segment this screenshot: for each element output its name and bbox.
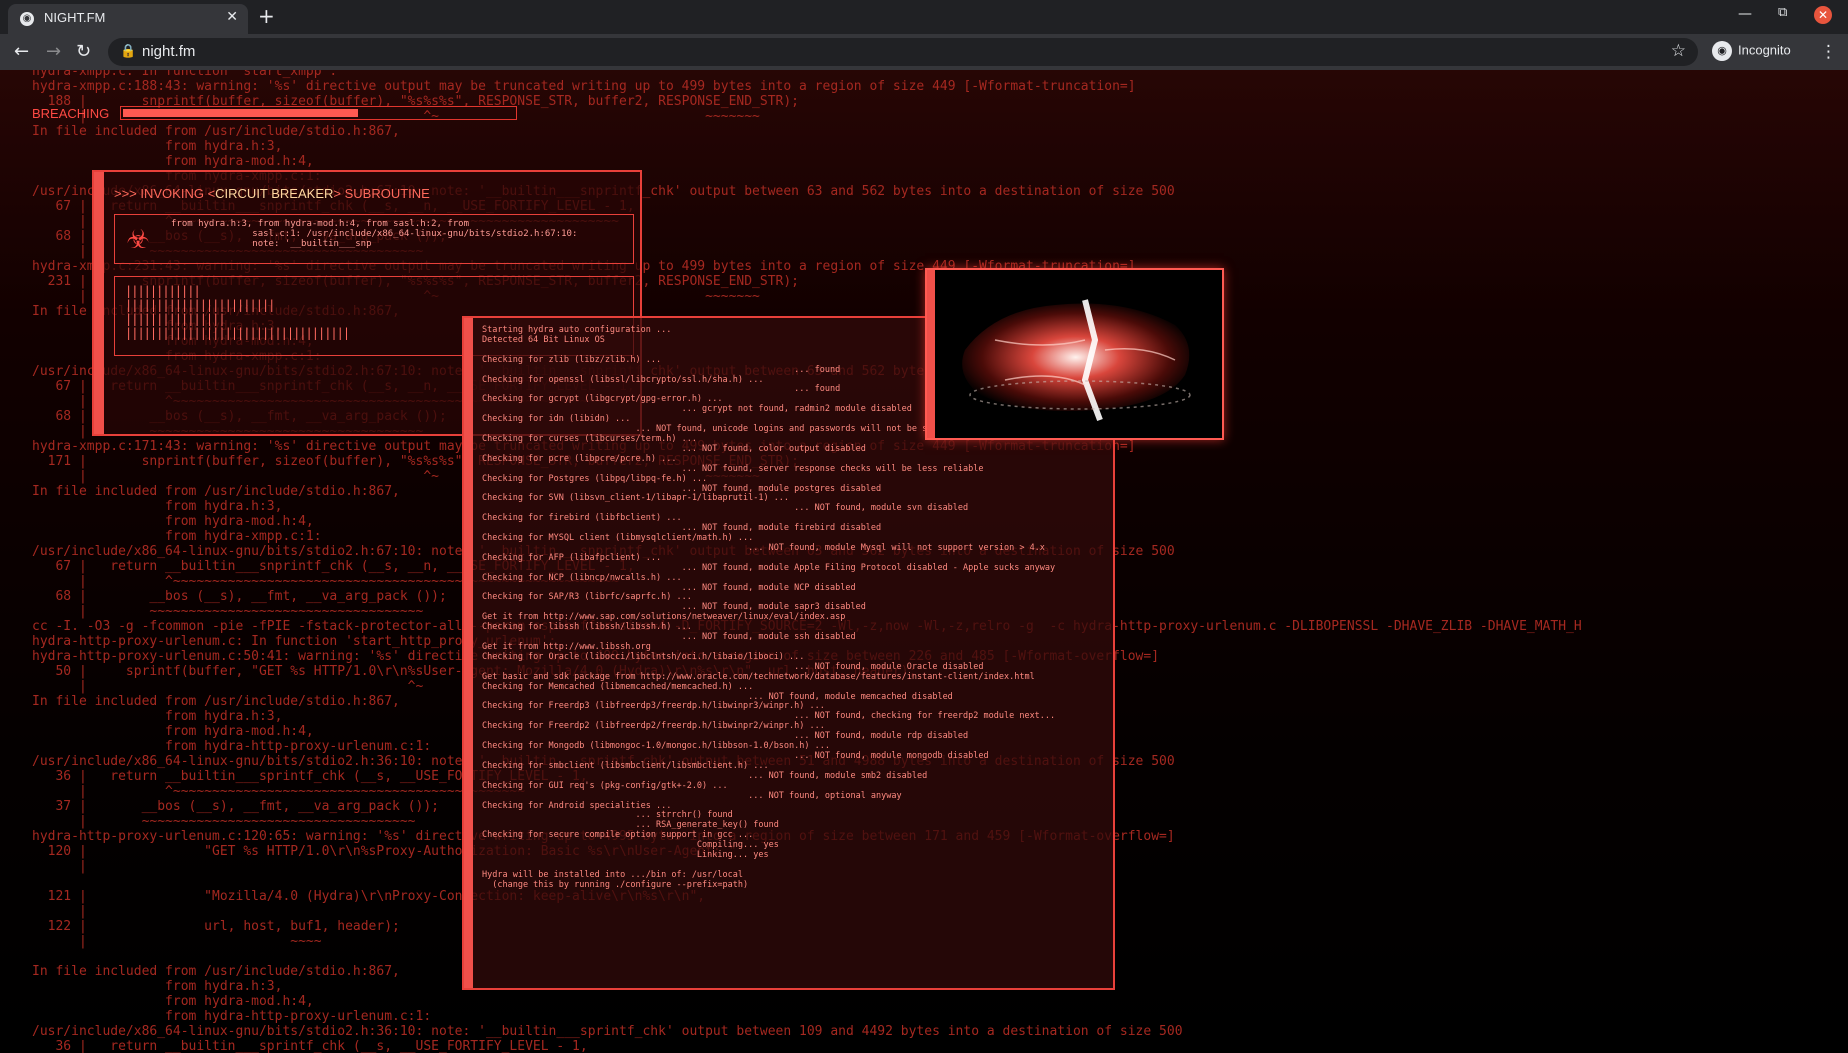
tab-strip: ◉ NIGHT.FM ✕ + — ⧉ ✕ (0, 0, 1848, 34)
circuit-breaker-title: >>> INVOKING <CIRCUIT BREAKER> SUBROUTIN… (114, 186, 430, 201)
panel-accent-edge (927, 270, 935, 438)
lock-icon[interactable]: 🔒 (120, 44, 136, 59)
cb-bar-row: |||||||||||||||||||||||| (125, 298, 275, 312)
maximize-icon[interactable]: ⧉ (1778, 5, 1787, 20)
menu-icon[interactable]: ⋮ (1820, 42, 1837, 62)
star-icon[interactable]: ☆ (1671, 41, 1686, 61)
image-panel (925, 268, 1224, 440)
breaching-progress-fill (123, 109, 358, 117)
close-icon[interactable]: ✕ (226, 9, 238, 25)
cb-bar-row: |||||||||||| (125, 284, 201, 298)
biohazard-icon: ☣ (126, 225, 150, 255)
close-window-icon[interactable]: ✕ (1814, 6, 1832, 24)
circuit-breaker-info-box: ☣ from hydra.h:3, from hydra-mod.h:4, fr… (114, 214, 634, 264)
cb-bar-row: |||||||||||||||| (125, 312, 226, 326)
cb-title-highlight: CIRCUIT BREAKER (215, 186, 334, 201)
url-text[interactable]: night.fm (142, 43, 195, 60)
cb-bar-row: |||||||||||||||||||||||||||||||||||| (125, 326, 350, 340)
cb-title-suffix: > SUBROUTINE (333, 186, 430, 201)
panel-accent-edge (94, 172, 104, 434)
breaching-progress-bar (120, 106, 517, 120)
circuit-breaker-info-text: from hydra.h:3, from hydra-mod.h:4, from… (171, 219, 578, 249)
globe-icon: ◉ (20, 12, 34, 26)
breaching-label: BREACHING (32, 106, 110, 121)
browser-tab[interactable]: ◉ NIGHT.FM ✕ (8, 4, 248, 34)
page-viewport: hydra-xmpp.c: In function 'start_xmpp': … (0, 70, 1848, 1053)
forward-icon[interactable]: → (46, 41, 61, 62)
back-icon[interactable]: ← (14, 41, 29, 62)
panel-accent-edge (464, 318, 473, 988)
glowing-rock-image (935, 270, 1222, 438)
incognito-badge[interactable]: ◉ Incognito (1712, 41, 1791, 63)
minimize-icon[interactable]: — (1738, 6, 1752, 22)
browser-toolbar: ← → ↻ 🔒 night.fm ☆ ◉ Incognito ⋮ (0, 34, 1848, 70)
incognito-icon: ◉ (1712, 41, 1732, 61)
cb-title-prefix: >>> INVOKING < (114, 186, 216, 201)
plus-icon[interactable]: + (258, 4, 275, 28)
address-bar[interactable]: 🔒 night.fm ☆ (108, 38, 1698, 66)
tab-title: NIGHT.FM (44, 10, 106, 25)
incognito-label: Incognito (1738, 42, 1791, 58)
reload-icon[interactable]: ↻ (76, 41, 91, 62)
